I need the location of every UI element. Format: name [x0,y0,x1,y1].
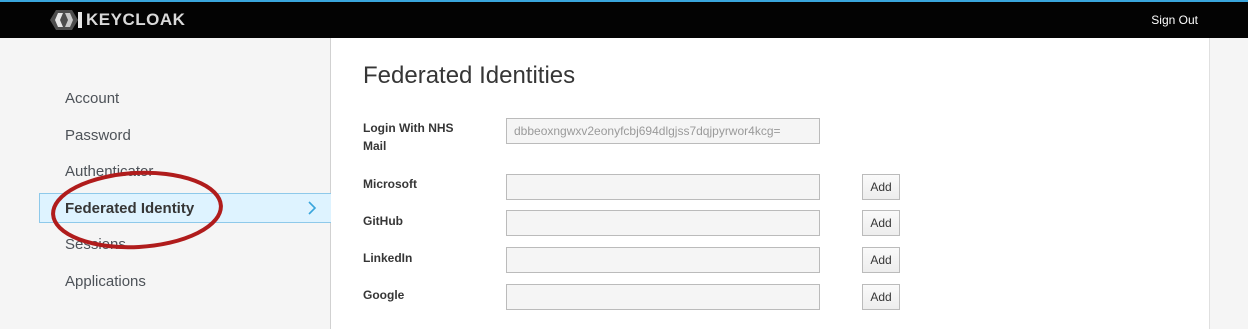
add-google-button[interactable]: Add [862,284,900,310]
page-title: Federated Identities [363,62,576,89]
provider-label-nhs-mail: Login With NHS Mail [363,121,454,153]
sidebar-item-label: Sessions [65,236,126,253]
sidebar: Account Password Authenticator Federated… [0,38,331,329]
linkedin-identity-field[interactable] [506,247,820,273]
microsoft-identity-field[interactable] [506,174,820,200]
chevron-right-icon [308,201,317,215]
sidebar-item-label: Password [65,127,131,144]
logo-text: KEYCLOAK [86,10,186,29]
add-github-button[interactable]: Add [862,210,900,236]
sidebar-item-label: Applications [65,273,146,290]
keycloak-logo: KEYCLOAK [50,9,185,31]
right-gutter [1209,38,1248,329]
provider-label-github: GitHub [363,214,403,228]
sign-out-link[interactable]: Sign Out [1151,13,1198,27]
add-linkedin-button[interactable]: Add [862,247,900,273]
sidebar-item-account[interactable]: Account [39,84,331,114]
nhs-mail-identity-field[interactable] [506,118,820,144]
sidebar-item-sessions[interactable]: Sessions [39,230,331,260]
main-content: Federated Identities Login With NHS Mail… [331,38,1209,329]
sidebar-item-federated-identity[interactable]: Federated Identity [39,193,331,223]
sidebar-item-label: Authenticator [65,163,154,180]
provider-label-microsoft: Microsoft [363,177,417,191]
sidebar-item-password[interactable]: Password [39,121,331,151]
add-microsoft-button[interactable]: Add [862,174,900,200]
github-identity-field[interactable] [506,210,820,236]
sidebar-item-label: Federated Identity [65,200,195,217]
sidebar-item-label: Account [65,90,120,107]
provider-label-linkedin: LinkedIn [363,251,413,265]
google-identity-field[interactable] [506,284,820,310]
provider-label-google: Google [363,288,405,302]
keycloak-logo-icon [50,10,82,30]
sidebar-item-applications[interactable]: Applications [39,267,331,297]
top-navbar: KEYCLOAK Sign Out [0,0,1248,38]
sidebar-item-authenticator[interactable]: Authenticator [39,157,331,187]
